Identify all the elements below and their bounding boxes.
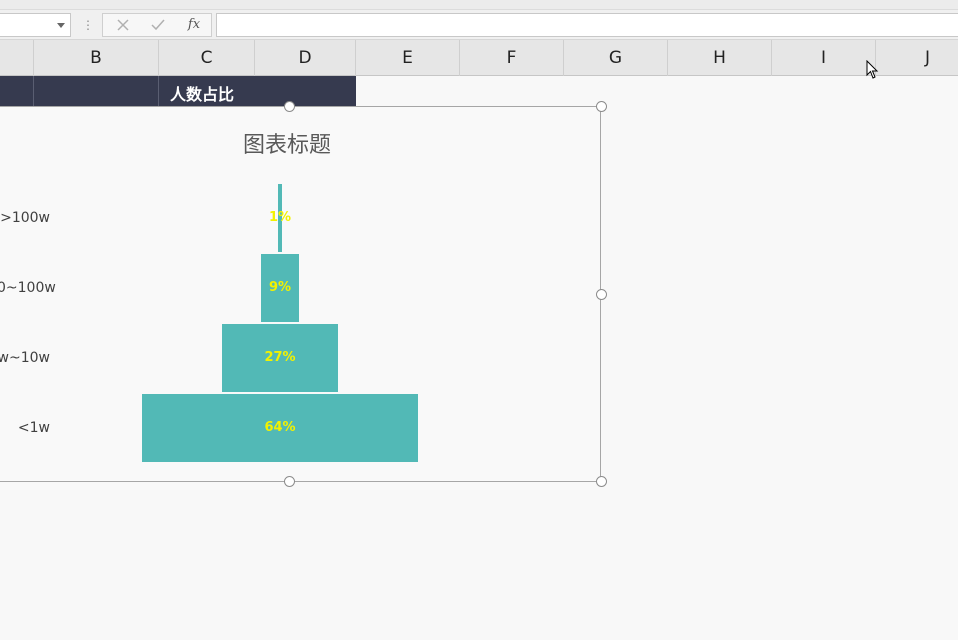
category-label[interactable]: <1w: [0, 418, 50, 438]
resize-handle-right[interactable]: [596, 289, 607, 300]
resize-handle-bottom-right[interactable]: [596, 476, 607, 487]
category-label[interactable]: 0~100w: [0, 278, 56, 298]
column-header-c[interactable]: C: [159, 40, 255, 76]
ribbon-edge: [0, 0, 958, 10]
data-label[interactable]: 27%: [240, 349, 320, 367]
data-label[interactable]: 1%: [240, 209, 320, 227]
cell-c-header[interactable]: 人数占比: [170, 84, 320, 106]
column-header-i[interactable]: I: [772, 40, 876, 76]
insert-function-button[interactable]: fx: [179, 14, 209, 36]
close-icon: [117, 19, 129, 31]
data-label[interactable]: 9%: [240, 279, 320, 297]
category-label[interactable]: w~10w: [0, 348, 50, 368]
column-header-a[interactable]: [0, 40, 34, 76]
check-icon: [151, 19, 165, 31]
chart-title[interactable]: 图表标题: [187, 127, 387, 159]
more-options-icon[interactable]: ⋮: [82, 15, 94, 35]
formula-buttons: fx: [102, 13, 212, 37]
funnel-chart[interactable]: 图表标题 1% >100w 9% 0~100w 27% w~10w 64% <1w: [0, 106, 601, 482]
formula-bar: ⋮ fx: [0, 10, 958, 40]
cell-divider: [158, 76, 159, 107]
name-box[interactable]: [0, 13, 71, 37]
column-header-e[interactable]: E: [356, 40, 460, 76]
column-header-g[interactable]: G: [564, 40, 668, 76]
resize-handle-top-right[interactable]: [596, 101, 607, 112]
column-header-b[interactable]: B: [34, 40, 159, 76]
mouse-cursor-icon: [866, 60, 879, 79]
chevron-down-icon[interactable]: [57, 23, 65, 28]
cancel-button[interactable]: [108, 14, 138, 36]
column-headers: B C D E F G H I J: [0, 40, 958, 76]
column-header-f[interactable]: F: [460, 40, 564, 76]
resize-handle-top[interactable]: [284, 101, 295, 112]
resize-handle-bottom[interactable]: [284, 476, 295, 487]
excel-window: ⋮ fx B C D E F G H I J 人数占比 图表标题 1% >100…: [0, 0, 958, 640]
cell-divider: [33, 76, 34, 107]
column-header-j[interactable]: J: [876, 40, 958, 76]
category-label[interactable]: >100w: [0, 208, 50, 228]
column-header-d[interactable]: D: [255, 40, 356, 76]
column-header-h[interactable]: H: [668, 40, 772, 76]
confirm-button[interactable]: [143, 14, 173, 36]
data-label[interactable]: 64%: [240, 419, 320, 437]
formula-input[interactable]: [216, 13, 958, 37]
